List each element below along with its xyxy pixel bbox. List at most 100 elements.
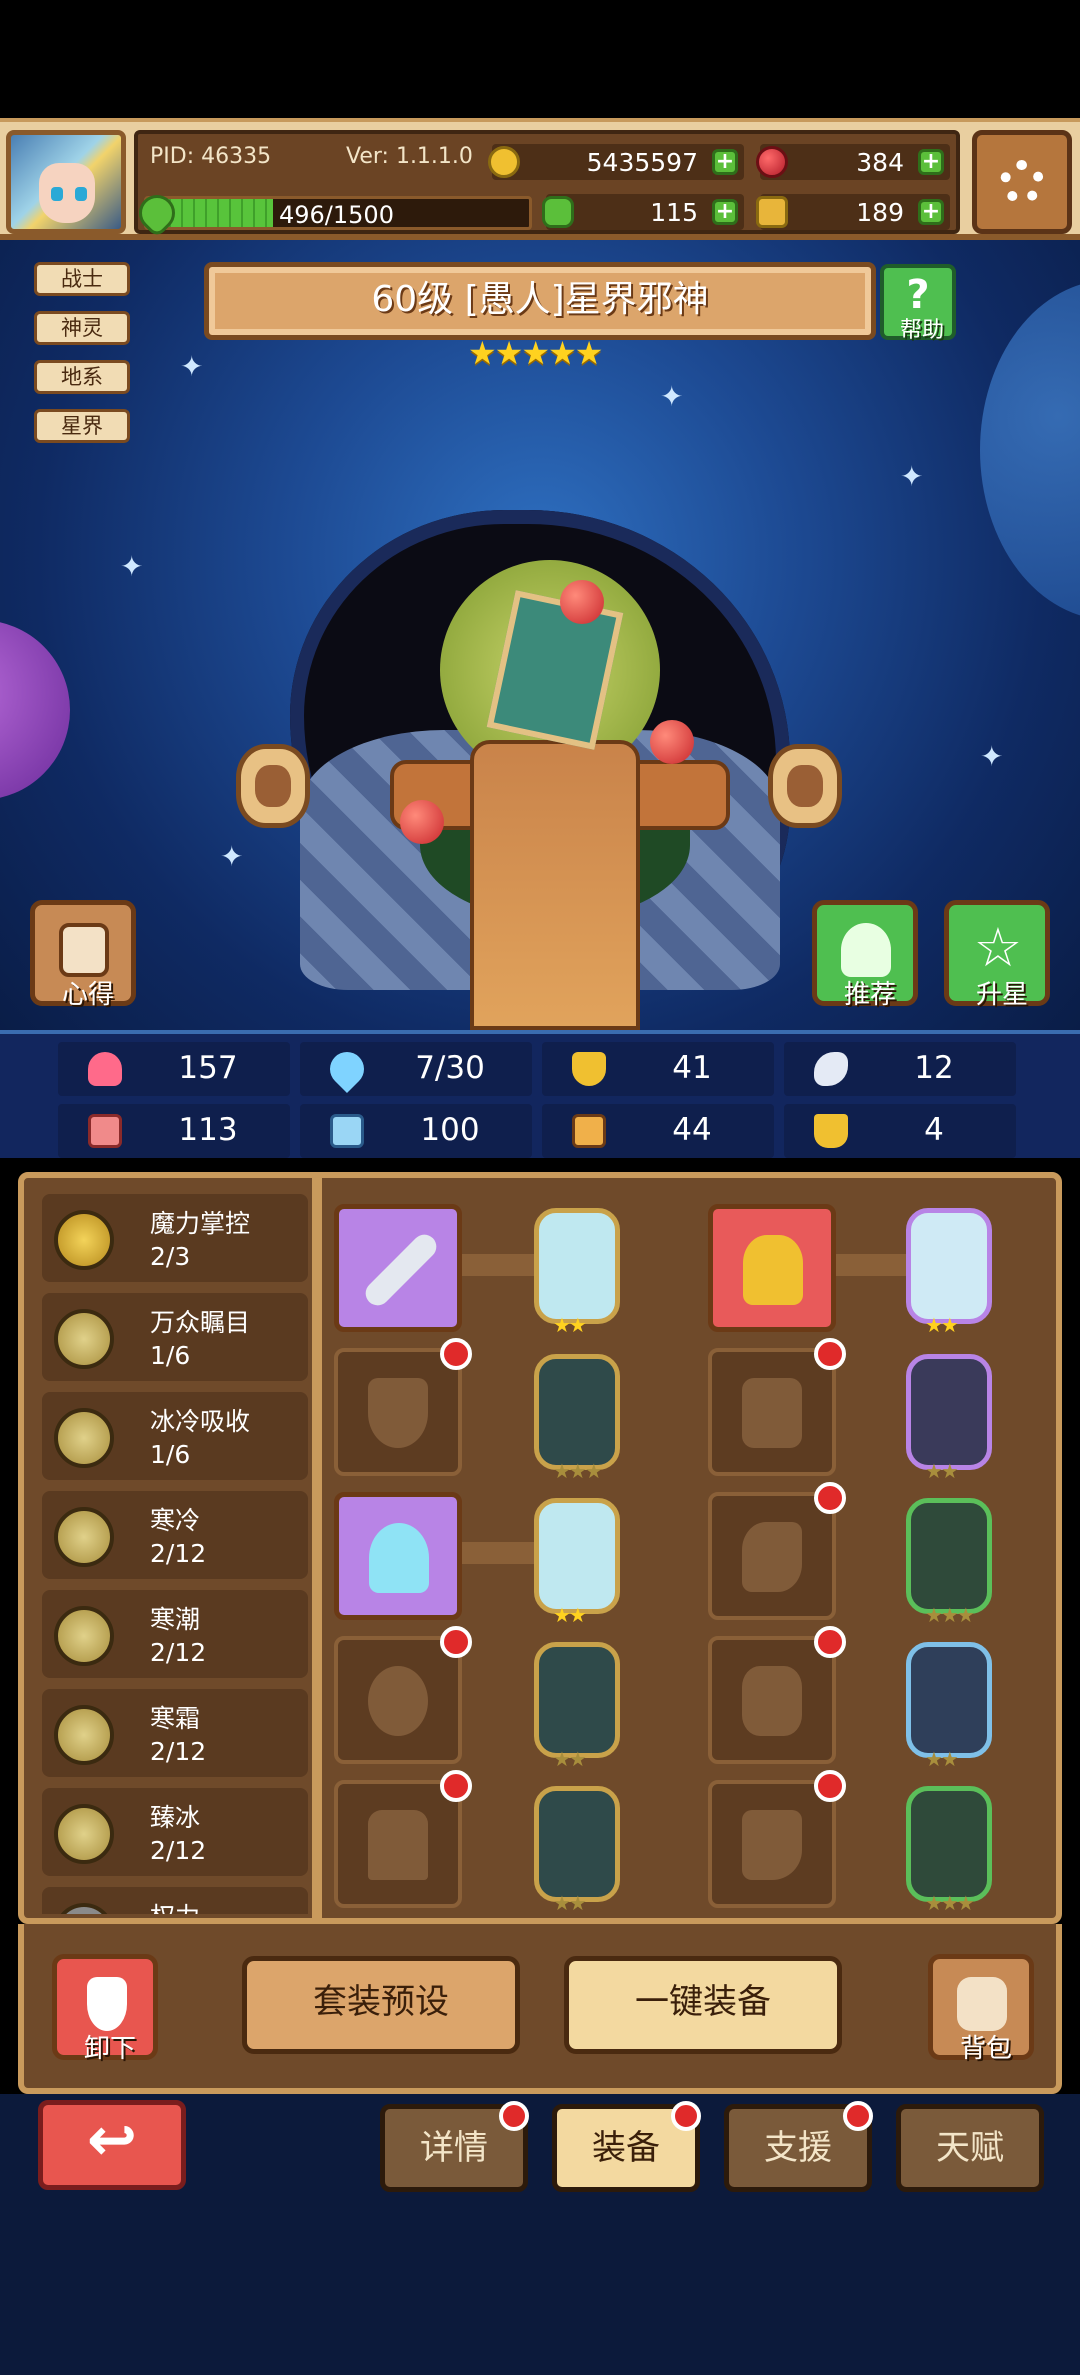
list-item[interactable]: 寒潮 2/12 (42, 1590, 308, 1678)
glove-slot[interactable] (708, 1482, 846, 1620)
list-item[interactable]: 权力 (42, 1887, 308, 1914)
chest-slot[interactable] (708, 1338, 846, 1476)
armor-icon (742, 1378, 802, 1448)
player-id: PID: 46335 (150, 144, 272, 169)
gem-stars: ★★ (553, 1891, 587, 1915)
bracelet-icon (368, 1810, 428, 1880)
insight-label: 心得 (61, 980, 114, 1010)
sparkle-icon: ✦ (120, 550, 144, 583)
list-item[interactable]: 万众瞩目 1/6 (42, 1293, 308, 1381)
backpack-button[interactable]: 背包 (928, 1954, 1034, 2064)
helmet-slot[interactable] (708, 1204, 836, 1332)
back-button[interactable]: ↩ (38, 2100, 186, 2190)
list-item[interactable]: 寒冷 2/12 (42, 1491, 308, 1579)
skill-level: 2/12 (150, 1836, 207, 1865)
rune-gem-slot[interactable]: ★★ (534, 1786, 620, 1915)
bracelet-slot[interactable] (334, 1770, 472, 1908)
version-label: Ver: 1.1.1.0 (346, 144, 473, 169)
one-click-equip-button[interactable]: 一键装备 (564, 1956, 842, 2054)
tab-equipment-label: 装备 (592, 2128, 660, 2168)
list-item[interactable]: 寒霜 2/12 (42, 1689, 308, 1777)
stat-crown-value: 4 (924, 1112, 944, 1148)
book-icon (330, 1114, 364, 1148)
action-bar: 卸下 套装预设 一键装备 背包 (18, 1924, 1062, 2094)
list-item[interactable]: 魔力掌控 2/3 (42, 1194, 308, 1282)
fist-icon (88, 1114, 122, 1148)
rune-gem-slot[interactable]: ★★★ (906, 1498, 992, 1627)
rune-gem-slot[interactable]: ★★ (906, 1354, 992, 1483)
hero-body (470, 740, 640, 1030)
list-item[interactable]: 冰冷吸收 1/6 (42, 1392, 308, 1480)
rune-gem-slot[interactable]: ★★ (906, 1208, 992, 1337)
gem-stars: ★★ (553, 1747, 587, 1771)
skill-list[interactable]: 魔力掌控 2/3 万众瞩目 1/6 冰冷吸收 1/6 寒冷 2/12 寒潮 2/… (42, 1194, 308, 1914)
tab-details[interactable]: 详情 (380, 2101, 529, 2192)
belt-slot[interactable] (708, 1626, 846, 1764)
add-clover-button[interactable]: + (712, 199, 738, 225)
rune-gem-slot[interactable]: ★★★ (534, 1354, 620, 1483)
tag-element[interactable]: 地系 (34, 360, 130, 394)
notification-dot (440, 1770, 472, 1802)
stat-defense-value: 41 (672, 1050, 712, 1086)
tab-equipment[interactable]: 装备 (552, 2101, 701, 2192)
skill-medal-icon (54, 1606, 114, 1666)
stat-attack-value: 113 (178, 1112, 238, 1148)
rune-gem-slot[interactable]: ★★ (906, 1642, 992, 1771)
gem-stars: ★★ (553, 1603, 587, 1627)
stat-hp-value: 157 (178, 1050, 238, 1086)
rune-gem-slot[interactable]: ★★★ (906, 1786, 992, 1915)
player-avatar[interactable] (6, 130, 126, 234)
notification-dot (814, 1770, 846, 1802)
key-counter: 189 + (756, 194, 950, 230)
stat-book: 100 (300, 1104, 532, 1158)
resource-panel: PID: 46335 Ver: 1.1.1.0 5435597 + 384 + … (131, 130, 960, 239)
skill-medal-icon (54, 1408, 114, 1468)
belt-icon (742, 1666, 802, 1736)
skill-name: 寒霜 (150, 1704, 201, 1733)
tag-class[interactable]: 战士 (34, 262, 130, 296)
boots-slot[interactable] (708, 1770, 846, 1908)
set-preset-button[interactable]: 套装预设 (242, 1956, 520, 2054)
right-rune-orb (768, 744, 842, 828)
upgrade-star-button[interactable]: ☆ 升星 (944, 900, 1050, 1010)
add-gold-button[interactable]: + (712, 149, 738, 175)
ring-slot[interactable] (334, 1626, 472, 1764)
key-icon (756, 196, 788, 228)
skill-name: 冰冷吸收 (150, 1407, 251, 1436)
stat-chart-value: 44 (672, 1112, 712, 1148)
add-key-button[interactable]: + (918, 199, 944, 225)
rune-gem-slot[interactable]: ★★ (534, 1208, 620, 1337)
rune-gem-slot[interactable]: ★★ (534, 1642, 620, 1771)
skill-name: 臻冰 (150, 1803, 201, 1832)
top-bar: PID: 46335 Ver: 1.1.1.0 5435597 + 384 + … (0, 118, 1080, 240)
help-button[interactable]: ? 帮助 (880, 264, 956, 343)
recommend-button[interactable]: 推荐 (812, 900, 918, 1010)
tag-race[interactable]: 神灵 (34, 311, 130, 345)
help-label: 帮助 (899, 318, 944, 343)
add-gem-button[interactable]: + (918, 149, 944, 175)
unequip-button[interactable]: 卸下 (52, 1954, 158, 2064)
rune-gem-slot[interactable]: ★★ (534, 1498, 620, 1627)
settings-button[interactable] (972, 130, 1072, 234)
glove-icon (742, 1522, 802, 1592)
gem-value: 384 (856, 147, 904, 177)
ring-icon (368, 1666, 428, 1736)
red-gem-icon (756, 146, 788, 178)
notification-dot (440, 1338, 472, 1370)
recommend-label: 推荐 (843, 980, 896, 1010)
hero-sprite[interactable] (240, 470, 840, 1030)
gem-stars: ★★★ (925, 1891, 975, 1915)
hero-title: 60级 [愚人]星界邪神 (204, 262, 876, 340)
insight-button[interactable]: 心得 (30, 900, 136, 1010)
necklace-slot[interactable] (334, 1492, 462, 1620)
tab-support[interactable]: 支援 (724, 2101, 873, 2192)
list-item[interactable]: 臻冰 2/12 (42, 1788, 308, 1876)
stat-wing-value: 12 (914, 1050, 954, 1086)
tab-talent[interactable]: 天赋 (896, 2104, 1044, 2192)
tag-faction[interactable]: 星界 (34, 409, 130, 443)
red-orb (560, 580, 604, 624)
armor-slot[interactable] (334, 1338, 472, 1476)
weapon-slot[interactable] (334, 1204, 462, 1332)
return-arrow-icon: ↩ (86, 2105, 138, 2175)
hero-tags: 战士 神灵 地系 星界 (34, 262, 130, 458)
